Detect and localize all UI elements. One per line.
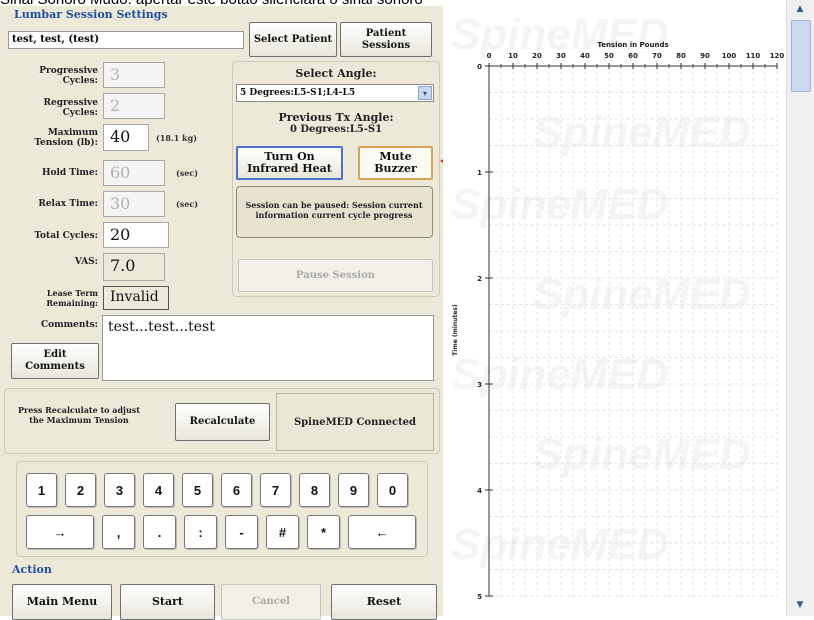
x-axis-title: Tension in Pounds [597,41,668,49]
keypad-key[interactable]: 1 [26,473,57,507]
keypad-key[interactable]: . [143,515,176,549]
y-tick-label: 3 [477,381,482,389]
x-tick-label: 60 [628,52,638,60]
y-tick-label: 4 [477,487,482,495]
y-tick-label: 0 [477,63,482,71]
x-tick-label: 10 [508,52,518,60]
keypad-key[interactable]: → [26,515,94,549]
pause-session-button[interactable]: Pause Session [238,259,433,292]
x-tick-label: 0 [487,52,492,60]
x-tick-label: 70 [652,52,662,60]
y-tick-label: 1 [477,169,482,177]
scrollbar-thumb[interactable] [791,20,811,92]
keypad-key[interactable]: 8 [299,473,330,507]
max-tension-kg: (18.1 kg) [156,133,197,143]
infrared-heat-button[interactable]: Turn On Infrared Heat [236,146,343,180]
keypad-key[interactable]: 5 [182,473,213,507]
keypad-key[interactable]: 6 [221,473,252,507]
start-button[interactable]: Start [120,584,215,620]
regressive-cycles-label: Regressive Cycles: [43,98,98,118]
x-tick-label: 100 [722,52,737,60]
cancel-button[interactable]: Cancel [221,584,321,620]
keypad-key[interactable]: 2 [65,473,96,507]
x-tick-label: 80 [676,52,686,60]
vertical-scrollbar[interactable]: ▲ ▼ [786,0,814,616]
patient-name-field: test, test, (test) [8,31,244,49]
keypad-key[interactable]: - [225,515,258,549]
x-tick-label: 120 [770,52,785,60]
regressive-cycles-input[interactable]: 2 [103,93,165,119]
x-tick-label: 30 [556,52,566,60]
progressive-cycles-input[interactable]: 3 [103,62,165,88]
lease-term-label: Lease Term Remaining: [46,288,98,308]
x-tick-label: 40 [580,52,590,60]
section-title: Lumbar Session Settings [14,8,168,21]
lease-term-value: Invalid [103,286,169,310]
recalculate-button[interactable]: Recalculate [175,403,270,441]
keypad-key[interactable]: # [266,515,299,549]
y-axis-title: Time (minutes) [452,304,459,356]
keypad-row-digits: 1234567890 [26,473,421,507]
edit-comments-button[interactable]: Edit Comments [11,343,99,379]
select-patient-button[interactable]: Select Patient [249,22,337,57]
keypad-key[interactable]: 0 [377,473,408,507]
recalculate-note: Press Recalculate to adjust the Maximum … [18,405,140,425]
comments-field[interactable]: test...test...test [102,315,434,381]
relax-time-label: Relax Time: [38,199,98,209]
keypad-key[interactable]: 3 [104,473,135,507]
keypad-row-symbols: →,.: - # * ← [26,515,421,549]
reset-button[interactable]: Reset [331,584,437,620]
session-info-text: Session can be paused: Session current i… [245,200,423,220]
keypad-key[interactable]: 7 [260,473,291,507]
chevron-down-icon[interactable]: ▾ [418,86,432,100]
action-label: Action [12,563,52,576]
scroll-up-icon[interactable]: ▲ [791,4,809,18]
keypad-key[interactable]: : [184,515,217,549]
relax-time-input[interactable]: 30 [103,191,165,217]
max-tension-label: Maximum Tension (lb): [34,128,98,148]
main-menu-button[interactable]: Main Menu [12,584,112,620]
previous-angle-label: Previous Tx Angle: [278,111,394,124]
hold-time-unit: (sec) [176,168,199,178]
x-tick-label: 50 [604,52,614,60]
total-cycles-input[interactable]: 20 [103,222,169,248]
comments-label: Comments: [40,320,98,330]
previous-angle-value: 0 Degrees:L5-S1 [289,124,383,135]
relax-time-unit: (sec) [176,199,199,209]
select-angle-label: Select Angle: [295,67,377,80]
y-tick-label: 5 [477,593,482,601]
connection-status: SpineMED Connected [276,393,434,451]
total-cycles-label: Total Cycles: [34,231,98,241]
y-tick-label: 2 [477,275,482,283]
angle-select[interactable]: 5 Degrees:L5-S1;L4-L5 ▾ [236,84,434,102]
vas-label: VAS: [74,257,98,267]
keypad-key[interactable]: 9 [338,473,369,507]
x-tick-label: 20 [532,52,542,60]
hold-time-label: Hold Time: [41,168,98,178]
keypad-key[interactable]: ← [348,515,416,549]
mute-buzzer-button[interactable]: Mute Buzzer [358,146,433,180]
hold-time-input[interactable]: 60 [103,160,165,186]
vas-value: 7.0 [103,253,165,281]
keypad-key[interactable]: * [307,515,340,549]
angle-select-value: 5 Degrees:L5-S1;L4-L5 [240,88,356,98]
scroll-down-icon[interactable]: ▼ [791,600,809,614]
x-tick-label: 90 [700,52,710,60]
patient-sessions-button[interactable]: Patient Sessions [340,22,432,57]
x-tick-label: 110 [746,52,761,60]
keypad-key[interactable]: , [102,515,135,549]
keypad-key[interactable]: 4 [143,473,174,507]
max-tension-input[interactable]: 40 [103,124,149,151]
tension-time-chart: 0 10 20 30 40 50 60 70 80 90 100 110 120 0 1 2 3 4 5 Tensio… [452,41,785,601]
progressive-cycles-label: Progressive Cycles: [39,66,98,86]
